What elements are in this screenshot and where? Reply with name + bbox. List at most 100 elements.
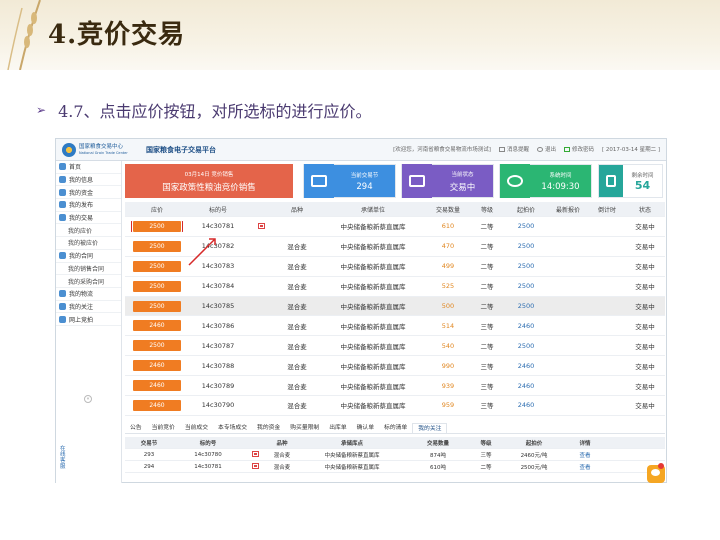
sidebar-item[interactable]: 我的资金 (56, 186, 121, 200)
status: 交易中 (635, 382, 655, 391)
quantity: 874吨 (430, 452, 446, 459)
sidebar-item-label: 首页 (69, 164, 82, 172)
sidebar-item[interactable]: 我的被应价 (56, 237, 121, 250)
pointer-arrow-icon (188, 238, 216, 266)
online-service-button[interactable]: 在线客服 (60, 446, 68, 470)
variety: 混合麦 (287, 243, 307, 252)
bid-button[interactable]: 2500 (133, 260, 181, 272)
sidebar-item-label: 我的销售合同 (68, 265, 105, 273)
grade: 二等 (480, 283, 494, 292)
tab-4[interactable]: 我的资金 (252, 423, 285, 433)
sidebar-item[interactable]: 我的发布 (56, 199, 121, 212)
column-header: 最新报价 (555, 206, 580, 214)
timer-icon (599, 165, 623, 197)
sidebar-item-label: 我的关注 (69, 303, 94, 311)
tab-6[interactable]: 出库单 (324, 423, 351, 433)
status: 交易中 (635, 263, 655, 272)
bid-cell: 2460 (125, 380, 189, 392)
alarm-clock-icon (500, 164, 530, 198)
bid-button[interactable]: 2460 (133, 320, 181, 332)
grade: 二等 (480, 464, 492, 471)
change-password-link[interactable]: 修改密码 (563, 145, 594, 153)
quantity: 470 (441, 242, 455, 251)
bid-button[interactable]: 2500 (133, 280, 181, 292)
sitemap-icon (304, 164, 334, 198)
tab-1[interactable]: 当前竞价 (147, 423, 180, 433)
table-row: 2460 14c30786 混合麦 中央储备粮新蔡直属库 514 三等 2460 交易中 (125, 316, 665, 337)
status: 交易中 (635, 283, 655, 292)
column-header: 承储库点 (340, 440, 363, 447)
sidebar-item[interactable]: 我的交易 (56, 212, 121, 225)
sidebar-item[interactable]: 我的采购合同 (56, 275, 121, 288)
detail-link[interactable]: 查看 (565, 463, 605, 471)
logout-link[interactable]: 退出 (536, 145, 556, 153)
tab-7[interactable]: 确认单 (352, 423, 379, 433)
bid-cell: 2460 (125, 360, 189, 372)
bid-button[interactable]: 2500 (133, 340, 181, 352)
bid-cell: 2500 (125, 260, 189, 272)
tab-8[interactable]: 标的清单 (379, 423, 412, 433)
quantity: 990 (441, 361, 455, 370)
quantity: 959 (441, 401, 455, 410)
bid-button[interactable]: 2500 (131, 220, 183, 232)
sidebar-item[interactable]: 我的合同 (56, 250, 121, 263)
current-lot-value: 294 (356, 181, 373, 192)
menu-item-icon (59, 188, 66, 196)
column-header: 应价 (150, 206, 163, 214)
message-link[interactable]: 消息提醒 (498, 145, 529, 153)
slide-title: 4.竞价交易 (48, 20, 186, 50)
column-header: 详情 (579, 440, 591, 447)
status: 交易中 (635, 303, 655, 311)
tab-9[interactable]: 我的关注 (412, 423, 448, 433)
sidebar-item[interactable]: 我的物流 (56, 288, 121, 301)
storage-unit: 中央储备粮新蔡直属库 (340, 223, 406, 232)
bid-button[interactable]: 2500 (133, 240, 181, 252)
start-price: 2500 (517, 262, 535, 271)
tab-3[interactable]: 本专场成交 (213, 423, 252, 433)
bid-button[interactable]: 2460 (133, 399, 181, 411)
bid-button[interactable]: 2460 (133, 360, 181, 372)
grade: 二等 (480, 342, 494, 351)
sidebar-item[interactable]: 我的关注 (56, 301, 121, 314)
depot: 中央储备粮新蔡直属库 (324, 464, 380, 471)
slide-subtitle: ➢ 4.7、点击应价按钮，对所选标的进行应价。 (36, 98, 372, 122)
sidebar-item-label: 我的被应价 (68, 240, 99, 248)
column-header: 交易节 (140, 440, 158, 447)
table-row: 2460 14c30789 混合麦 中央储备粮新蔡直属库 939 三等 2460 交易中 (125, 376, 665, 397)
start-price: 2500 (517, 302, 535, 310)
bid-button[interactable]: 2460 (133, 380, 181, 392)
current-status-card: 当前状态 交易中 (401, 164, 494, 198)
sidebar-item[interactable]: 网上竞拍 (56, 313, 121, 326)
logo-english: National Grain Trade Center (79, 150, 128, 155)
tab-0[interactable]: 公告 (125, 423, 147, 433)
sidebar-item[interactable]: 我的销售合同 (56, 263, 121, 276)
lot-number: 14c30790 (201, 401, 235, 410)
sidebar-collapse-button[interactable]: « (84, 395, 92, 403)
menu-item-icon (59, 214, 66, 222)
variety: 混合麦 (287, 263, 307, 272)
quantity: 610吨 (430, 464, 446, 471)
sidebar-item[interactable]: 我的信息 (56, 174, 121, 187)
session-name: 国家政策性粮油竞价销售 (162, 183, 256, 193)
tab-2[interactable]: 当前成交 (180, 423, 213, 433)
column-header: 起拍价 (516, 206, 535, 214)
variety: 混合麦 (287, 402, 307, 411)
tab-5[interactable]: 购买量限制 (285, 423, 324, 433)
grade: 三等 (480, 402, 494, 411)
column-header: 品种 (276, 440, 288, 447)
variety: 混合麦 (287, 362, 307, 371)
sidebar-item[interactable]: 首页 (56, 161, 121, 174)
app-header: 国家粮食交易中心 National Grain Trade Center 国家粮… (56, 139, 666, 161)
sidebar: 首页我的信息 我的资金 我的发布 我的交易 我的应价我的被应价我的合同我的销售合同我的采… (56, 161, 122, 483)
grade: 三等 (480, 382, 494, 391)
detail-link[interactable]: 查看 (565, 451, 605, 459)
grade: 三等 (480, 452, 492, 459)
sidebar-item[interactable]: 我的应价 (56, 224, 121, 238)
mail-icon (498, 147, 505, 152)
bid-cell: 2500 (125, 240, 189, 252)
bid-cell: 2500 (125, 220, 189, 232)
start-price: 2460 (517, 381, 535, 390)
bid-button[interactable]: 2500 (133, 300, 181, 312)
column-header: 交易数量 (435, 206, 460, 214)
column-header: 品种 (290, 206, 303, 214)
